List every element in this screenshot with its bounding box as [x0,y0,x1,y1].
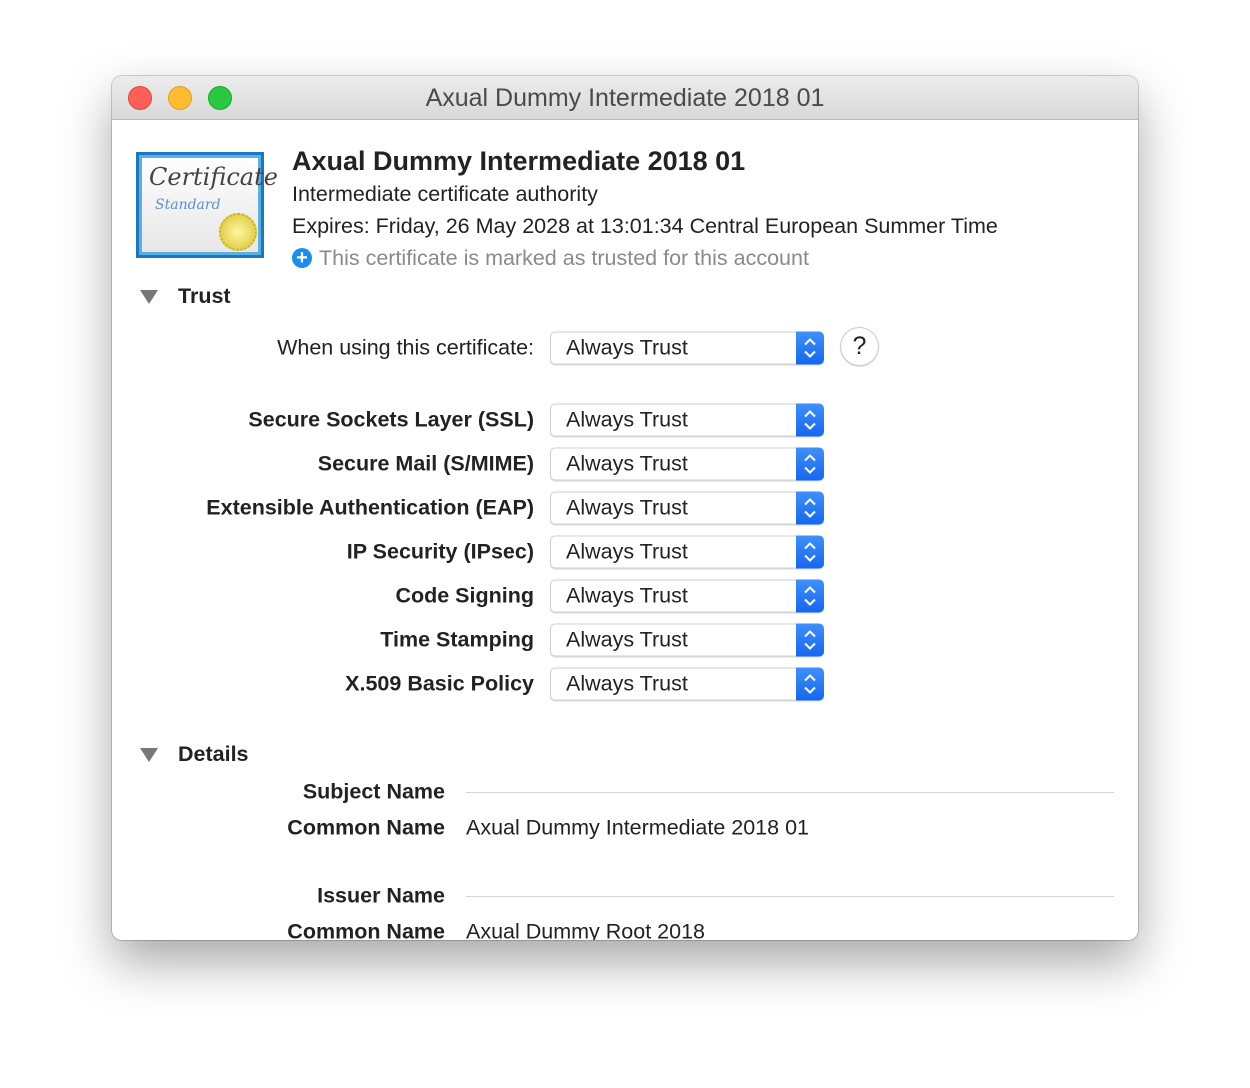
chevron-up-down-icon [796,623,824,657]
policy-popup[interactable]: Always Trust [550,667,824,701]
policy-label: IP Security (IPsec) [346,539,534,564]
policy-label: Extensible Authentication (EAP) [206,495,534,520]
popup-value: Always Trust [566,539,688,564]
policy-popup[interactable]: Always Trust [550,491,824,525]
subject-common-name-label: Common Name [287,815,445,840]
cert-icon-subtext: Standard [155,197,221,213]
policy-label: Secure Sockets Layer (SSL) [248,407,534,432]
divider [466,896,1114,897]
policy-popup[interactable]: Always Trust [550,623,824,657]
policy-popup[interactable]: Always Trust [550,403,824,437]
when-using-popup[interactable]: Always Trust [550,331,824,365]
popup-value: Always Trust [566,335,688,360]
trust-section-label: Trust [178,284,231,308]
popup-value: Always Trust [566,583,688,608]
trust-status: This certificate is marked as trusted fo… [319,246,809,270]
window-title: Axual Dummy Intermediate 2018 01 [425,84,825,112]
seal-icon [219,213,257,251]
disclosure-triangle-details[interactable] [140,748,158,762]
subject-common-name-value: Axual Dummy Intermediate 2018 01 [466,815,809,840]
help-button[interactable]: ? [840,327,879,366]
chevron-up-down-icon [796,331,824,365]
divider [466,792,1114,793]
issuer-common-name-label: Common Name [287,919,445,941]
plus-circle-icon: + [292,248,312,268]
chevron-up-down-icon [796,491,824,525]
cert-icon-text: Certificate [149,163,278,191]
policy-label: Code Signing [395,583,534,608]
title-bar[interactable]: Axual Dummy Intermediate 2018 01 [112,76,1138,120]
policy-popup[interactable]: Always Trust [550,535,824,569]
popup-value: Always Trust [566,407,688,432]
popup-value: Always Trust [566,627,688,652]
policy-label: Secure Mail (S/MIME) [317,451,534,476]
when-using-label: When using this certificate: [277,335,534,360]
popup-value: Always Trust [566,495,688,520]
issuer-common-name-value: Axual Dummy Root 2018 [466,919,705,941]
details-section-label: Details [178,742,249,766]
policy-popup[interactable]: Always Trust [550,579,824,613]
chevron-up-down-icon [796,535,824,569]
subject-name-header: Subject Name [302,779,445,804]
certificate-standard-icon: Certificate Standard [136,152,278,258]
certificate-type: Intermediate certificate authority [292,182,598,206]
policy-label: X.509 Basic Policy [345,671,534,696]
certificate-name: Axual Dummy Intermediate 2018 01 [292,146,746,176]
issuer-name-header: Issuer Name [317,883,445,908]
certificate-window: Axual Dummy Intermediate 2018 01 Certifi… [112,76,1138,940]
expiry-date: Expires: Friday, 26 May 2028 at 13:01:34… [292,214,998,238]
popup-value: Always Trust [566,451,688,476]
chevron-up-down-icon [796,667,824,701]
policy-popup[interactable]: Always Trust [550,447,824,481]
chevron-up-down-icon [796,447,824,481]
policy-label: Time Stamping [380,627,534,652]
popup-value: Always Trust [566,671,688,696]
chevron-up-down-icon [796,579,824,613]
disclosure-triangle-trust[interactable] [140,290,158,304]
chevron-up-down-icon [796,403,824,437]
